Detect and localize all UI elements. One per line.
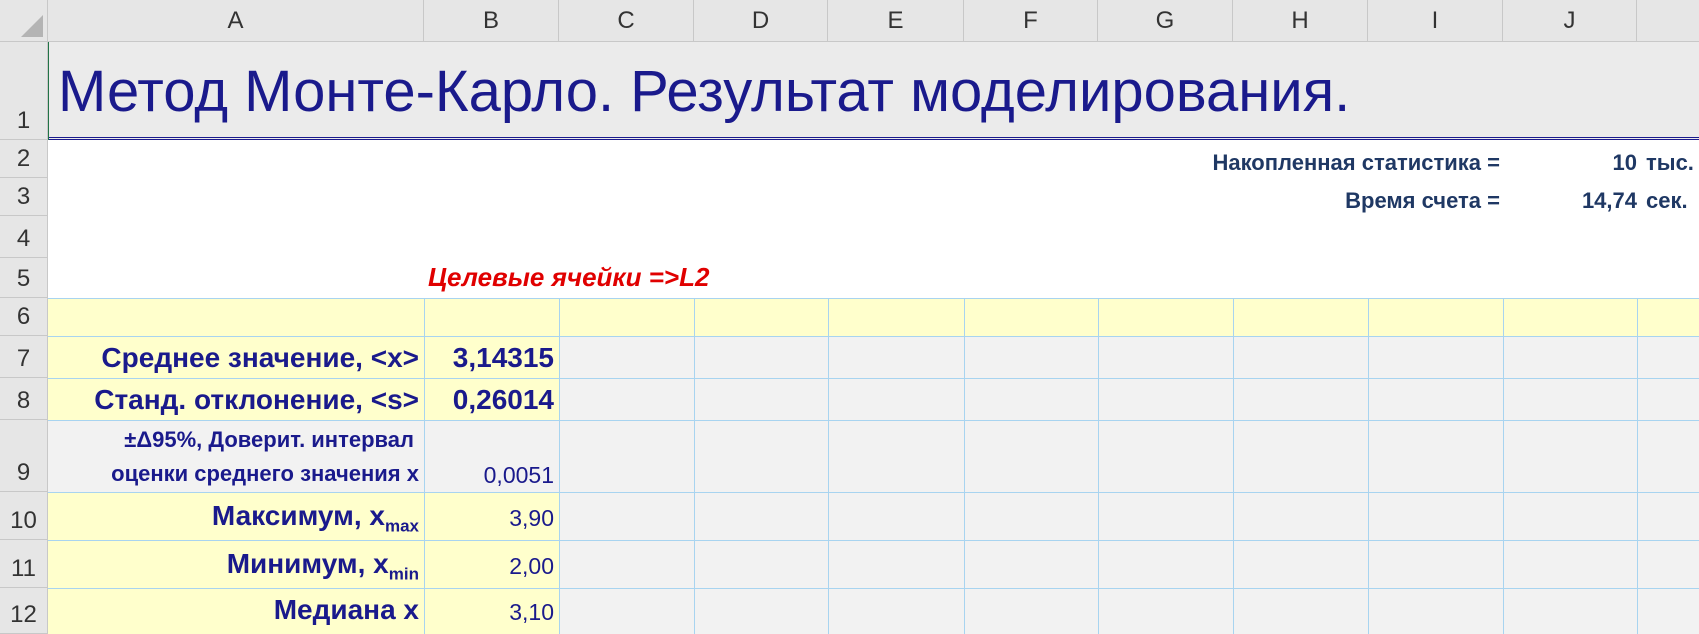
row-header-2[interactable]: 2 (0, 140, 48, 178)
column-header-e[interactable]: E (828, 0, 964, 42)
calc-time-label: Время счета = (1345, 188, 1500, 213)
column-header-j[interactable]: J (1503, 0, 1637, 42)
column-header-c[interactable]: C (559, 0, 694, 42)
column-header-i[interactable]: I (1368, 0, 1503, 42)
mean-value-cell[interactable]: 3,14315 (453, 342, 554, 374)
column-header-f[interactable]: F (964, 0, 1098, 42)
row-header-9[interactable]: 9 (0, 420, 48, 492)
calc-time-unit: сек. (1646, 188, 1688, 213)
std-label: Станд. отклонение, <s> (94, 384, 419, 415)
column-header-k-partial[interactable] (1637, 0, 1699, 42)
row-header-6[interactable]: 6 (0, 298, 48, 336)
column-header-a[interactable]: A (48, 0, 424, 42)
accumulated-stats-value[interactable]: 10 (1613, 150, 1637, 176)
row-header-8[interactable]: 8 (0, 378, 48, 420)
select-all-corner[interactable] (0, 0, 48, 42)
max-label: Максимум, xmax (211, 500, 419, 536)
row-header-11[interactable]: 11 (0, 540, 48, 588)
spreadsheet: A B C D E F G H I J Метод Монте-Карло. Р… (0, 0, 1699, 634)
min-label: Минимум, xmin (226, 548, 419, 584)
row-6-band (48, 298, 1699, 336)
max-value-cell[interactable]: 3,90 (509, 505, 554, 532)
ci-label-line1: ±Δ95%, Доверит. интервал (124, 427, 414, 452)
calc-time-value[interactable]: 14,74 (1582, 188, 1637, 214)
column-header-b[interactable]: B (424, 0, 559, 42)
accumulated-stats-label: Накопленная статистика = (1212, 150, 1500, 175)
min-subscript: min (388, 564, 419, 584)
min-value-cell[interactable]: 2,00 (509, 553, 554, 580)
std-value-cell[interactable]: 0,26014 (453, 384, 554, 416)
ci-value-cell[interactable]: 0,0051 (484, 462, 554, 489)
page-title: Метод Монте-Карло. Результат моделирован… (58, 59, 1351, 124)
row-header-10[interactable]: 10 (0, 492, 48, 540)
column-header-h[interactable]: H (1233, 0, 1368, 42)
row-header-5[interactable]: 5 (0, 258, 48, 298)
column-header-g[interactable]: G (1098, 0, 1233, 42)
row-header-12[interactable]: 12 (0, 588, 48, 634)
row-header-1[interactable]: 1 (0, 42, 48, 140)
accumulated-stats-unit: тыс. (1646, 150, 1694, 175)
target-cells-note: Целевые ячейки =>L2 (428, 262, 710, 292)
row-header-7[interactable]: 7 (0, 336, 48, 378)
max-subscript: max (384, 516, 419, 536)
mean-label: Среднее значение, <x> (101, 342, 419, 373)
ci-label-line2: оценки среднего значения x (111, 461, 419, 486)
median-label: Медиана x (273, 594, 419, 625)
median-value-cell[interactable]: 3,10 (509, 599, 554, 626)
row-header-3[interactable]: 3 (0, 178, 48, 216)
column-header-d[interactable]: D (694, 0, 828, 42)
row-header-4[interactable]: 4 (0, 216, 48, 258)
